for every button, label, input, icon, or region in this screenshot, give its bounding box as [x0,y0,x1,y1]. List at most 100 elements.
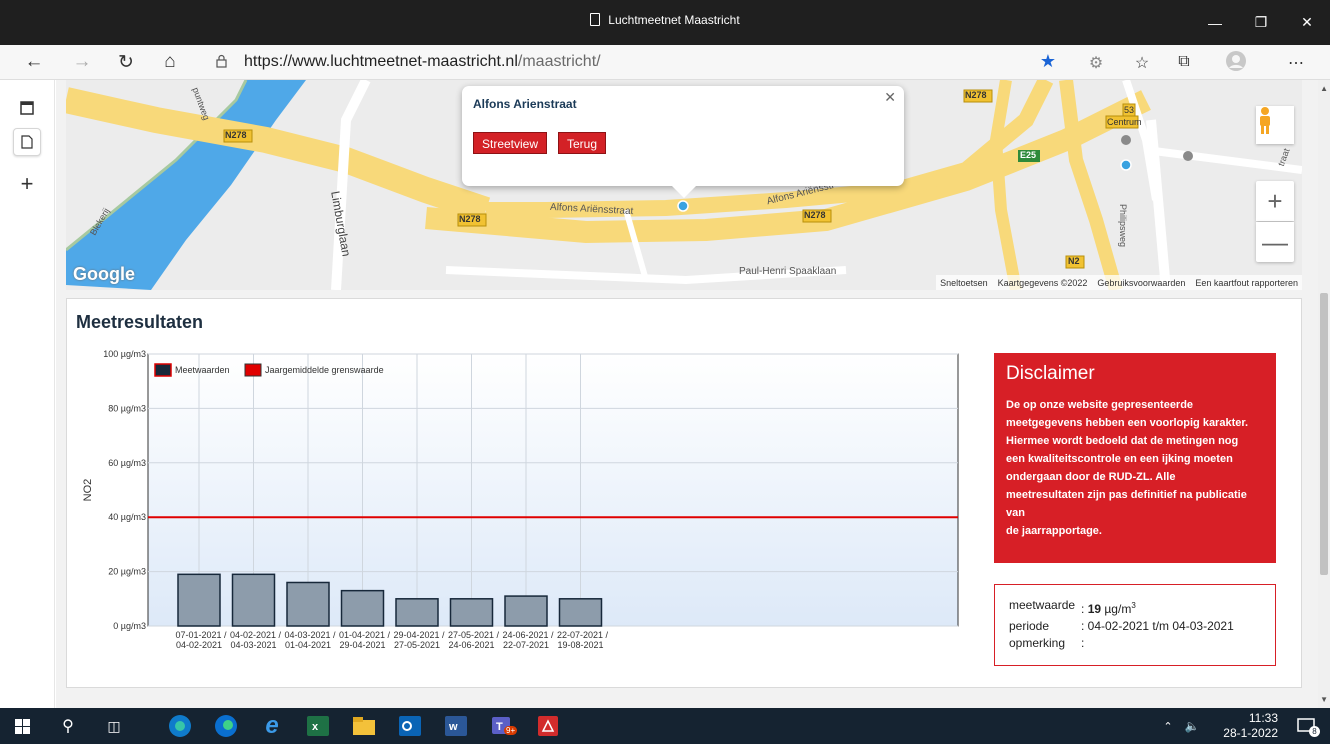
streetview-button[interactable]: Streetview [473,132,548,154]
y-tick-label: 60 µg/m3 [108,458,146,468]
results-title: Meetresultaten [76,312,204,332]
scroll-down-icon[interactable]: ▼ [1320,695,1328,704]
bar-meetwaarde [231,573,276,627]
excel-icon[interactable]: x [304,712,332,740]
bar-meetwaarde [558,598,603,627]
clock-time: 11:33 [1248,711,1278,725]
restore-button[interactable]: ❐ [1238,0,1284,45]
google-logo: Google [73,264,135,284]
popup-pointer [672,186,696,198]
new-tab-button[interactable]: + [13,170,41,198]
scroll-up-icon[interactable]: ▲ [1320,84,1328,93]
more-options-icon[interactable]: ⋯ [1284,53,1308,73]
legend-swatch-meetwaarden [154,363,172,377]
y-tick-label: 100 µg/m3 [103,349,146,359]
refresh-icon[interactable]: ↻ [112,51,140,74]
map-label-n278-b: N278 [459,214,481,224]
teams-badge: 9+ [504,726,518,735]
extension-icon[interactable]: ⚙ [1084,53,1108,73]
url-host: https://www.luchtmeetnet-maastricht.nl [244,53,518,70]
edge-beta-icon[interactable] [166,712,194,740]
clock[interactable]: 11:33 28-1-2022 [1223,711,1278,741]
page-icon [590,13,601,26]
map-footer-report[interactable]: Een kaartfout rapporteren [1195,278,1298,288]
info-row-meetwaarde: meetwaarde : 19 µg/m3 [1009,597,1261,618]
map-view[interactable]: N278 N278 N278 N278 puntweg Limburglaan … [66,80,1302,290]
taskbar: ⚲ ◫ e x w T 9+ ⌃ 🔈 11:33 28-1-2022 8 [0,708,1330,744]
bar-meetwaarde [449,598,494,627]
close-button[interactable]: ✕ [1284,0,1330,45]
page-scrollbar[interactable]: ▲ ▼ [1318,80,1330,708]
x-tick-label: 29-04-2021 / [393,630,445,640]
app-window: Luchtmeetnet Maastricht — ❐ ✕ ← → ↻ ⌂ ht… [0,0,1330,744]
x-tick-label: 07-01-2021 / [175,630,227,640]
y-tick-label: 40 µg/m3 [108,512,146,522]
x-tick-label: 29-04-2021 [339,640,385,650]
back-icon[interactable]: ← [20,51,48,73]
x-tick-label: 24-06-2021 / [502,630,554,640]
clock-date: 28-1-2022 [1223,726,1278,740]
task-view-icon[interactable]: ◫ [100,712,128,740]
disclaimer-line: De op onze website gepresenteerde [1006,399,1194,411]
file-explorer-icon[interactable] [350,712,378,740]
map-footer-mapdata: Kaartgegevens ©2022 [997,277,1088,288]
map-info-popup: Alfons Arienstraat ✕ Streetview Terug [462,86,904,186]
window-title-text: Luchtmeetnet Maastricht [608,13,740,27]
minimize-button[interactable]: — [1192,0,1238,45]
notification-icon[interactable]: 8 [1293,712,1321,740]
acrobat-icon[interactable] [534,712,562,740]
zoom-out-button[interactable]: — [1256,222,1294,262]
pegman-icon[interactable] [1256,106,1294,144]
meetwaarde-value: : 19 µg/m3 [1081,601,1136,616]
disclaimer-line: ondergaan door de RUD-ZL. Alle [1006,471,1176,483]
x-tick-label: 27-05-2021 [394,640,440,650]
map-label-spaaklaan: Paul-Henri Spaaklaan [739,266,837,277]
svg-text:w: w [448,721,458,733]
x-tick-label: 04-02-2021 [176,640,222,650]
favorite-star-icon[interactable]: ★ [1036,51,1060,72]
x-tick-label: 19-08-2021 [557,640,603,650]
map-footer-terms[interactable]: Gebruiksvoorwaarden [1097,278,1185,288]
map-label-e25: E25 [1020,150,1037,160]
info-row-opmerking: opmerking : [1009,635,1261,652]
url-field[interactable]: https://www.luchtmeetnet-maastricht.nl/m… [244,53,601,71]
disclaimer-line: van [1006,507,1025,519]
favorites-list-icon[interactable]: ☆ [1130,53,1154,73]
map-footer-shortcuts[interactable]: Sneltoetsen [940,278,988,288]
disclaimer-box: Disclaimer De op onze website gepresente… [994,353,1276,563]
svg-text:T: T [496,721,503,733]
periode-label: periode [1009,619,1050,633]
page-icon [21,135,33,149]
teams-icon[interactable]: T 9+ [488,712,518,740]
home-icon[interactable]: ⌂ [156,51,184,73]
volume-icon[interactable]: 🔈 [1178,712,1206,740]
word-icon[interactable]: w [442,712,470,740]
internet-explorer-icon[interactable]: e [258,712,286,740]
back-button[interactable]: Terug [558,132,607,154]
search-icon[interactable]: ⚲ [54,712,82,740]
edge-icon[interactable] [212,712,240,740]
url-path: /maastricht/ [517,53,601,70]
outlook-icon[interactable] [396,712,424,740]
tab-luchtmeetnet[interactable] [13,128,41,156]
scroll-thumb[interactable] [1320,293,1328,575]
close-icon[interactable]: ✕ [884,89,896,106]
lock-icon[interactable] [216,54,227,68]
meetwaarde-label: meetwaarde [1009,598,1076,612]
address-bar: ← → ↻ ⌂ https://www.luchtmeetnet-maastri… [0,45,1330,80]
disclaimer-title: Disclaimer [1006,363,1095,384]
tab-actions-icon[interactable] [13,94,41,122]
zoom-in-button[interactable]: + [1256,181,1294,221]
map-label-philipsweg: Philipsweg [1118,204,1128,248]
legend-label-grenswaarde: Jaargemiddelde grenswaarde [265,365,384,375]
x-tick-label: 27-05-2021 / [448,630,500,640]
window-title: Luchtmeetnet Maastricht [0,13,1330,27]
y-tick-label: 80 µg/m3 [108,403,146,413]
map-label-n278-d: N278 [965,90,987,100]
disclaimer-line: een kwaliteitscontrole en een ijking moe… [1006,453,1233,465]
forward-icon[interactable]: → [68,51,96,73]
collections-icon[interactable]: ⧉ [1172,53,1196,71]
profile-avatar[interactable] [1224,50,1248,77]
start-windows-icon[interactable] [8,712,36,740]
bar-meetwaarde [340,589,385,627]
